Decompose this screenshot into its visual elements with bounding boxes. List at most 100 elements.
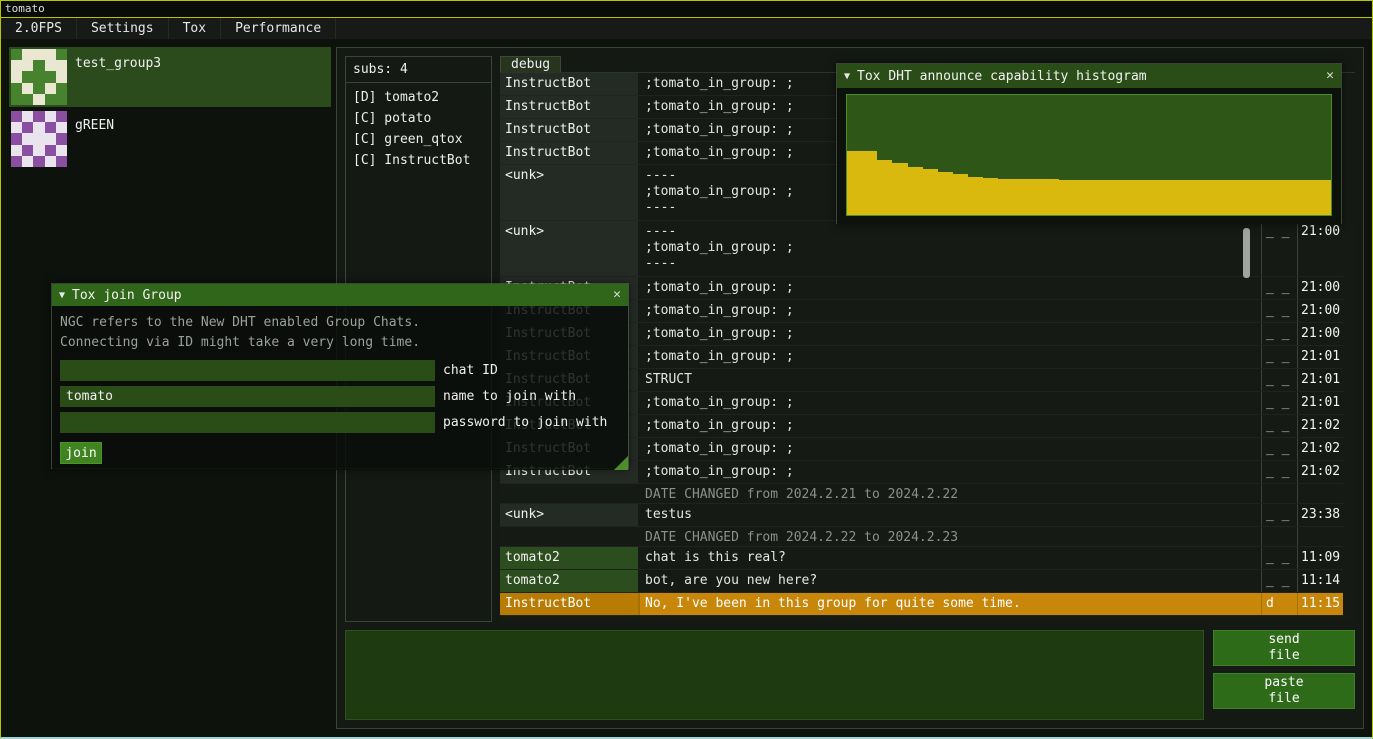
message-text: ;tomato_in_group: ;	[640, 415, 1261, 437]
message-sender	[500, 527, 640, 546]
message-status: _ _	[1261, 504, 1297, 526]
histogram-window-titlebar[interactable]: ▼ Tox DHT announce capability histogram …	[837, 64, 1341, 88]
table-row-highlighted[interactable]: InstructBot No, I've been in this group …	[500, 593, 1343, 616]
histogram-window-title: Tox DHT announce capability histogram	[857, 69, 1147, 84]
message-time: 11:15	[1297, 593, 1343, 615]
sidebar-item-green[interactable]: gREEN	[9, 109, 331, 169]
message-status: _ _	[1261, 547, 1297, 569]
message-time	[1297, 527, 1343, 546]
message-status: _ _	[1261, 369, 1297, 391]
join-window-body: NGC refers to the New DHT enabled Group …	[52, 306, 628, 470]
message-text: ---- ;tomato_in_group: ; ----	[640, 221, 1261, 276]
menu-settings[interactable]: Settings	[77, 18, 169, 39]
table-row[interactable]: tomato2 chat is this real? _ _ 11:09	[500, 547, 1343, 570]
send-file-button[interactable]: send file	[1213, 630, 1355, 666]
window-titlebar[interactable]: tomato	[1, 1, 1372, 18]
message-input[interactable]	[345, 630, 1204, 720]
tab-debug[interactable]: debug	[500, 56, 561, 72]
member-instructbot[interactable]: [C] InstructBot	[346, 150, 491, 171]
message-time: 11:09	[1297, 547, 1343, 569]
message-text: STRUCT	[640, 369, 1261, 391]
message-sender: tomato2	[500, 570, 640, 592]
join-fields: chat ID tomato name to join with passwor…	[60, 360, 620, 433]
collapse-arrow-icon[interactable]: ▼	[59, 290, 65, 301]
join-description-line2: Connecting via ID might take a very long…	[60, 333, 620, 353]
close-icon[interactable]: ✕	[613, 288, 621, 302]
message-status: _ _	[1261, 570, 1297, 592]
message-sender: <unk>	[500, 504, 640, 526]
message-status: _ _	[1261, 346, 1297, 368]
dht-histogram-window: ▼ Tox DHT announce capability histogram …	[836, 63, 1342, 224]
message-text: ;tomato_in_group: ;	[640, 346, 1261, 368]
date-changed-row: DATE CHANGED from 2024.2.21 to 2024.2.22	[500, 484, 1343, 504]
separator	[346, 82, 491, 83]
table-row[interactable]: <unk> ---- ;tomato_in_group: ; ---- _ _ …	[500, 221, 1343, 277]
histogram-plot[interactable]	[846, 94, 1332, 216]
message-text: ;tomato_in_group: ;	[640, 323, 1261, 345]
window-title: tomato	[5, 2, 45, 15]
message-status	[1261, 484, 1297, 503]
menu-tox[interactable]: Tox	[169, 18, 221, 39]
message-text: ;tomato_in_group: ;	[640, 277, 1261, 299]
join-group-window: ▼ Tox join Group ✕ NGC refers to the New…	[51, 283, 629, 469]
message-sender: InstructBot	[500, 142, 640, 164]
member-potato[interactable]: [C] potato	[346, 108, 491, 129]
message-time: 21:02	[1297, 461, 1343, 483]
message-text: ;tomato_in_group: ;	[640, 392, 1261, 414]
group-name: test_group3	[75, 56, 161, 105]
date-changed-text: DATE CHANGED from 2024.2.21 to 2024.2.22	[640, 484, 1261, 503]
message-text: ;tomato_in_group: ;	[640, 438, 1261, 460]
member-tomato2[interactable]: [D] tomato2	[346, 87, 491, 108]
message-sender: tomato2	[500, 547, 640, 569]
table-row[interactable]: tomato2 bot, are you new here? _ _ 11:14	[500, 570, 1343, 593]
message-sender: <unk>	[500, 221, 640, 276]
message-text: bot, are you new here?	[640, 570, 1261, 592]
member-green_qtox[interactable]: [C] green_qtox	[346, 129, 491, 150]
close-icon[interactable]: ✕	[1326, 69, 1334, 83]
menu-fps[interactable]: 2.0FPS	[1, 18, 77, 39]
message-status: _ _	[1261, 438, 1297, 460]
join-window-titlebar[interactable]: ▼ Tox join Group ✕	[52, 284, 628, 306]
sidebar-item-test_group3[interactable]: test_group3	[9, 47, 331, 107]
message-time: 23:38	[1297, 504, 1343, 526]
group-sidebar: test_group3 gREEN	[9, 47, 331, 171]
app-window: tomato 2.0FPS Settings Tox Performance t…	[0, 0, 1373, 739]
message-status: d	[1261, 593, 1297, 615]
message-status: _ _	[1261, 221, 1297, 276]
message-time	[1297, 484, 1343, 503]
menu-bar: 2.0FPS Settings Tox Performance	[1, 18, 1372, 39]
message-sender	[500, 484, 640, 503]
join-password-input[interactable]	[60, 412, 435, 433]
message-text: ;tomato_in_group: ;	[640, 300, 1261, 322]
message-status	[1261, 527, 1297, 546]
message-time: 21:00	[1297, 300, 1343, 322]
message-time: 21:01	[1297, 346, 1343, 368]
message-status: _ _	[1261, 415, 1297, 437]
message-text: chat is this real?	[640, 547, 1261, 569]
date-changed-row: DATE CHANGED from 2024.2.22 to 2024.2.23	[500, 527, 1343, 547]
join-description-line1: NGC refers to the New DHT enabled Group …	[60, 313, 620, 333]
message-sender: InstructBot	[500, 96, 640, 118]
resize-grip[interactable]	[614, 456, 628, 470]
message-time: 21:01	[1297, 369, 1343, 391]
collapse-arrow-icon[interactable]: ▼	[844, 71, 850, 82]
paste-file-button[interactable]: paste file	[1213, 673, 1355, 709]
chat-id-input[interactable]	[60, 360, 435, 381]
message-status: _ _	[1261, 277, 1297, 299]
message-time: 21:00	[1297, 323, 1343, 345]
message-text: ;tomato_in_group: ;	[640, 461, 1261, 483]
join-button[interactable]: join	[60, 442, 102, 464]
message-time: 21:01	[1297, 392, 1343, 414]
join-password-label: password to join with	[443, 415, 607, 430]
message-sender: <unk>	[500, 165, 640, 220]
message-time: 21:02	[1297, 438, 1343, 460]
members-count: subs: 4	[346, 57, 491, 80]
message-time: 21:00	[1297, 221, 1343, 276]
join-name-input[interactable]: tomato	[60, 386, 435, 407]
table-row[interactable]: <unk> testus _ _ 23:38	[500, 504, 1343, 527]
menu-performance[interactable]: Performance	[221, 18, 336, 39]
chat-scrollbar-thumb[interactable]	[1243, 228, 1250, 278]
message-status: _ _	[1261, 461, 1297, 483]
message-time: 21:00	[1297, 277, 1343, 299]
message-sender: InstructBot	[500, 73, 640, 95]
